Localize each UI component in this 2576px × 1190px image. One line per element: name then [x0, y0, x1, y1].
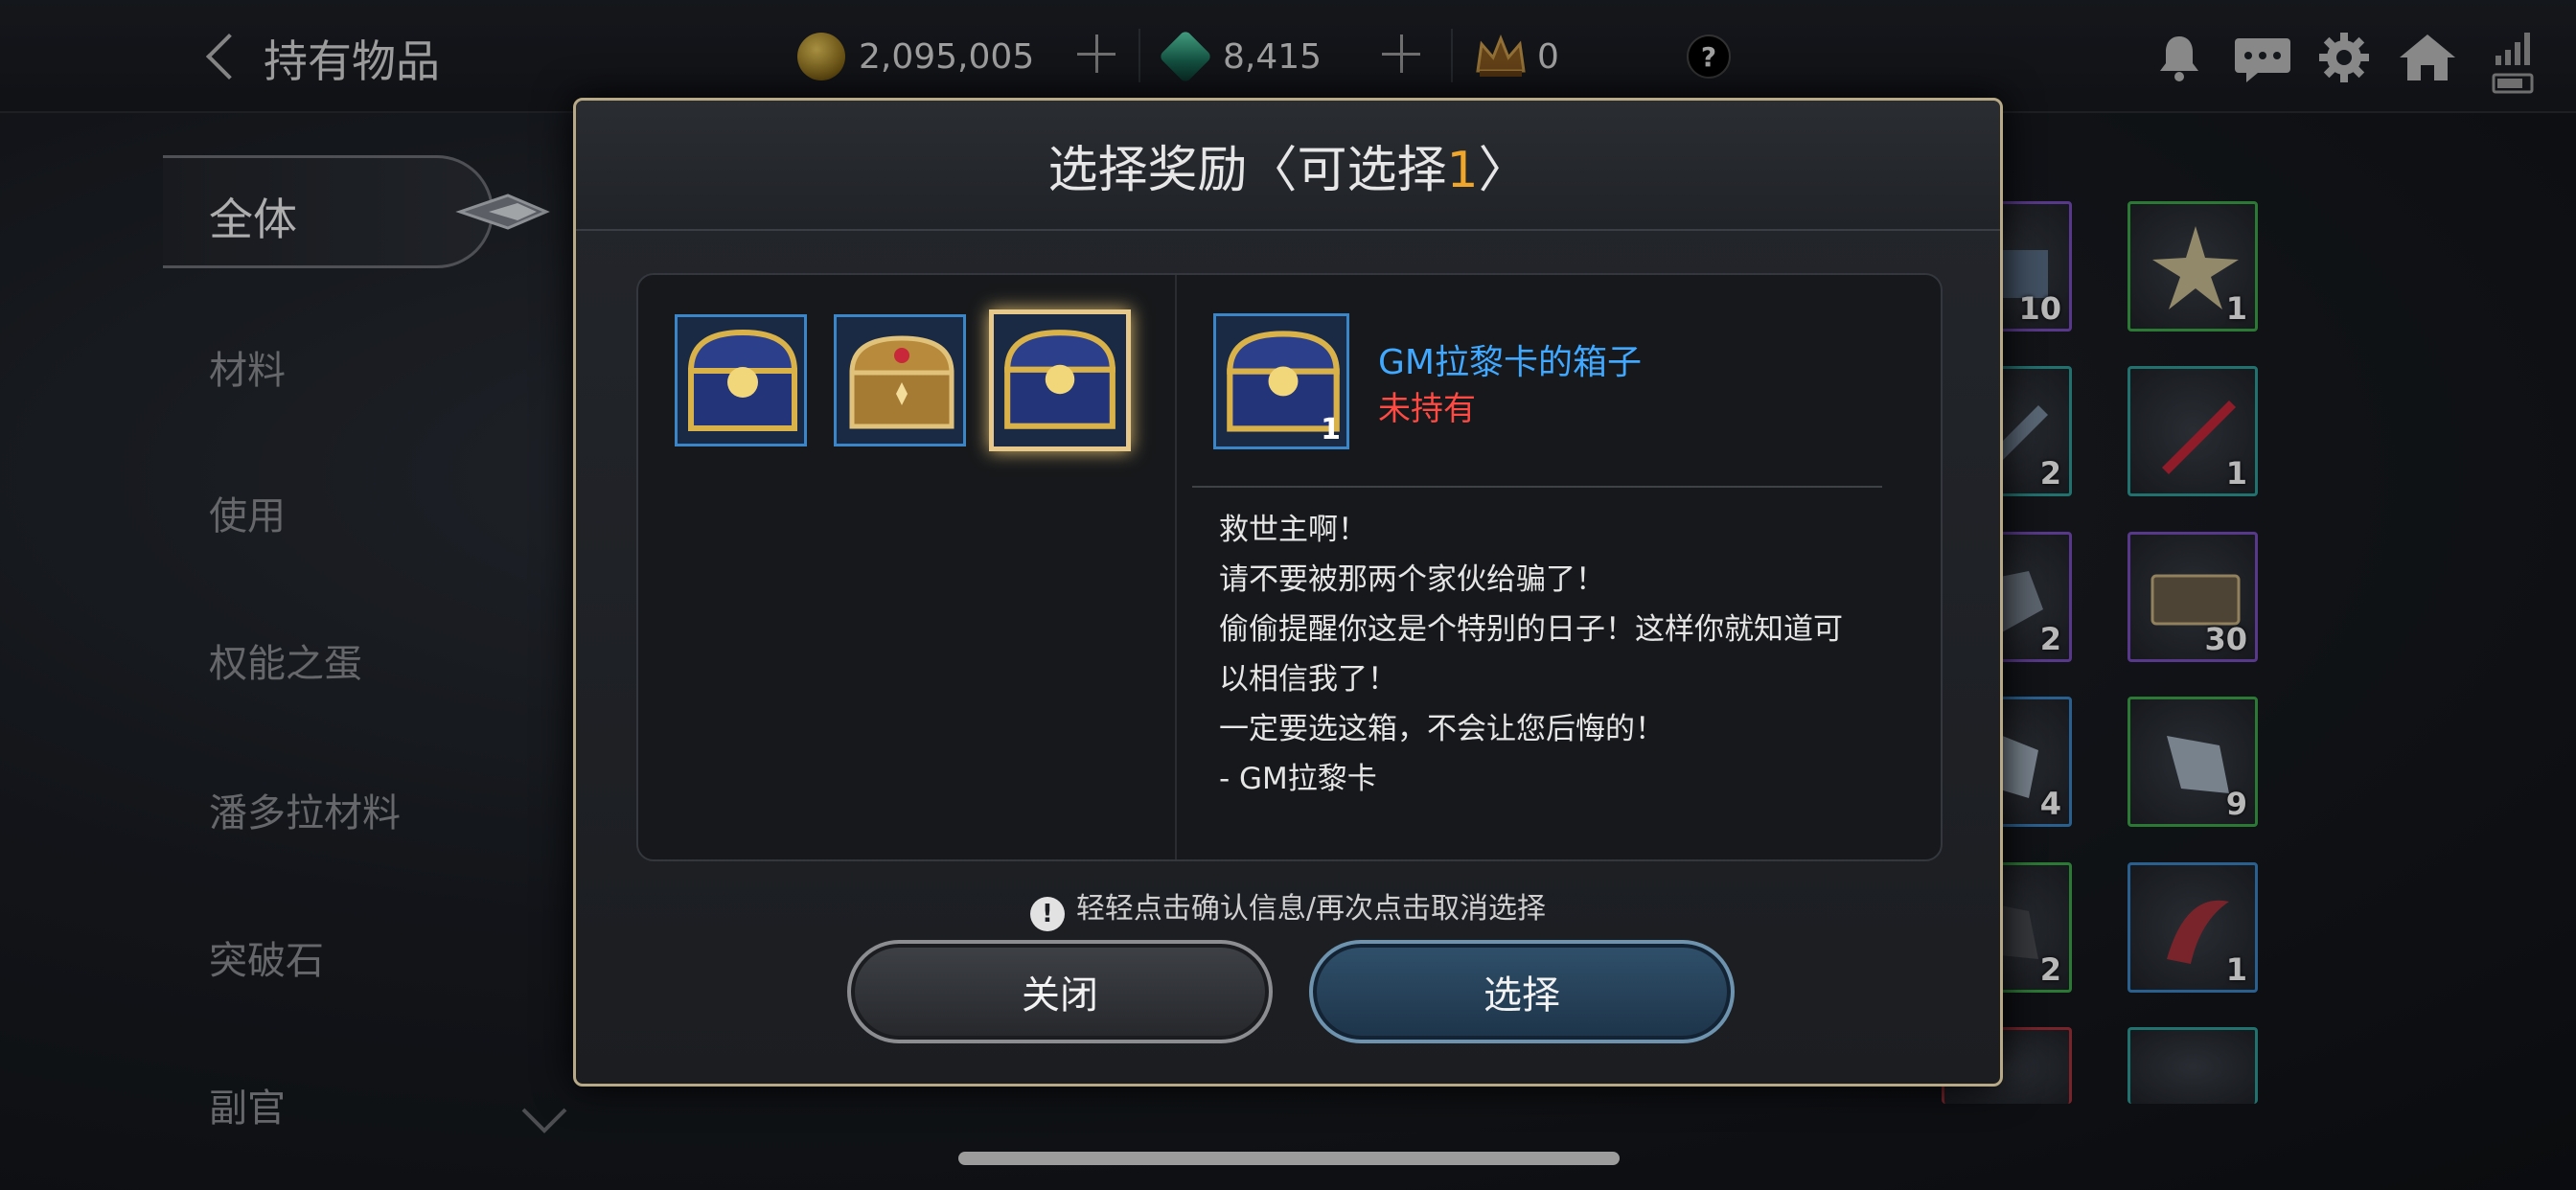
- blue-gold-chest-icon: [1004, 330, 1116, 429]
- dialog-title-text: 选择奖励〈可选择: [1047, 142, 1447, 199]
- item-description: 救世主啊！ 请不要被那两个家伙给骗了！ 偷偷提醒你这是个特别的日子！这样你就知道…: [1219, 513, 1843, 796]
- close-button[interactable]: 关闭: [847, 940, 1273, 1043]
- blue-gold-chest-icon: [687, 329, 798, 431]
- selectable-count: 1: [1446, 142, 1479, 199]
- selected-reward-icon: 1: [1213, 313, 1349, 449]
- reward-panel: 1 GM拉黎卡的箱子 未持有 救世主啊！ 请不要被那两个家伙给骗了！ 偷偷提醒你…: [636, 273, 1943, 861]
- hint-label: 轻轻点击确认信息/再次点击取消选择: [1075, 892, 1547, 926]
- divider: [1192, 486, 1882, 488]
- item-count: 1: [1321, 413, 1341, 446]
- select-button[interactable]: 选择: [1309, 940, 1735, 1043]
- reward-option-1[interactable]: [675, 314, 807, 446]
- gold-red-chest-icon: [849, 335, 954, 429]
- reward-option-2[interactable]: [834, 314, 966, 446]
- select-reward-dialog: 选择奖励〈可选择1〉 1 GM拉黎卡的箱子 未持有 救世主啊！ 请不要被那两个家…: [573, 98, 2003, 1087]
- reward-option-3[interactable]: [989, 309, 1131, 451]
- dialog-title-suffix: 〉: [1478, 142, 1529, 199]
- divider: [1175, 275, 1177, 859]
- home-indicator[interactable]: [958, 1152, 1620, 1165]
- dialog-header: 选择奖励〈可选择1〉: [576, 101, 2000, 231]
- ownership-status: 未持有: [1378, 390, 1476, 428]
- hint-text: ! 轻轻点击确认信息/再次点击取消选择: [576, 884, 2000, 931]
- item-name: GM拉黎卡的箱子: [1378, 343, 1642, 382]
- dialog-title: 选择奖励〈可选择1〉: [576, 129, 2000, 201]
- info-icon: !: [1029, 897, 1065, 931]
